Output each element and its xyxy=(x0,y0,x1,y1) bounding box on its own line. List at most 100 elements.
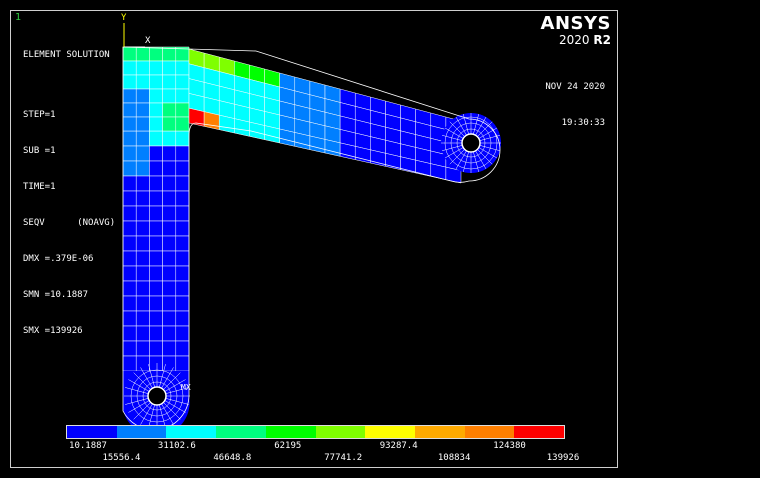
mesh-element xyxy=(175,265,190,282)
mesh-element xyxy=(162,280,177,297)
hole-right xyxy=(461,133,481,153)
mesh-element xyxy=(203,111,220,130)
mesh-element xyxy=(175,220,190,237)
mesh-element xyxy=(175,205,190,222)
mesh-element xyxy=(135,325,150,342)
mesh-element xyxy=(149,250,163,267)
info-line-sub: SUB =1 xyxy=(23,146,56,156)
mesh-element xyxy=(162,160,177,177)
mesh-element xyxy=(135,250,150,267)
mesh-element xyxy=(162,116,177,132)
node-label: MX xyxy=(181,383,191,392)
mesh-element xyxy=(162,102,177,118)
mesh-element xyxy=(162,205,177,222)
info-line-dmx: DMX =.379E-06 xyxy=(23,254,94,264)
mesh-element xyxy=(135,102,150,118)
mesh-element xyxy=(135,205,150,222)
mesh-element xyxy=(162,74,177,90)
mesh-element xyxy=(135,145,150,162)
mesh-element xyxy=(149,145,163,162)
mesh-element xyxy=(122,325,137,342)
mesh-element xyxy=(175,295,190,312)
ansys-logo: ANSYS 2020 R2 xyxy=(541,13,611,47)
mesh-element xyxy=(149,220,163,237)
brand-version-year: 2020 xyxy=(559,33,590,47)
mesh-element xyxy=(149,116,163,132)
mesh-element xyxy=(149,60,163,76)
mesh-element xyxy=(175,325,190,342)
mesh-element xyxy=(162,145,177,162)
mesh-element xyxy=(122,190,137,207)
solution-info: ELEMENT SOLUTION STEP=1 SUB =1 TIME=1 SE… xyxy=(23,25,115,361)
mesh-element xyxy=(122,175,137,192)
legend-swatch xyxy=(315,426,366,438)
mesh-element xyxy=(149,295,163,312)
mesh-element xyxy=(162,250,177,267)
mesh-element xyxy=(122,280,137,297)
mesh-element xyxy=(162,88,177,104)
mesh-element xyxy=(122,116,137,132)
mesh-element xyxy=(122,340,137,357)
mesh-element xyxy=(149,340,163,357)
mesh-element xyxy=(162,46,177,62)
mesh-element xyxy=(149,130,163,147)
mesh-element xyxy=(149,88,163,104)
mesh-element xyxy=(135,60,150,76)
mesh-element xyxy=(175,60,190,76)
mesh-element xyxy=(175,116,190,132)
mesh-element xyxy=(175,160,190,177)
mesh-element xyxy=(122,205,137,222)
info-line-step: STEP=1 xyxy=(23,110,56,120)
mesh-element xyxy=(122,220,137,237)
mesh-element xyxy=(149,325,163,342)
mesh-element xyxy=(162,130,177,147)
mesh-element xyxy=(135,355,150,372)
mesh-element xyxy=(135,175,150,192)
mesh-element xyxy=(149,235,163,252)
legend-swatch xyxy=(216,426,266,438)
info-line-seqv: SEQV (NOAVG) xyxy=(23,218,116,228)
mesh-element xyxy=(162,175,177,192)
mesh-element xyxy=(175,340,190,357)
mesh-element xyxy=(175,310,190,327)
mesh-element xyxy=(175,74,190,90)
mesh-element xyxy=(162,190,177,207)
mesh-element xyxy=(135,235,150,252)
info-line-smx: SMX =139926 xyxy=(23,326,83,336)
mesh-element xyxy=(149,190,163,207)
mesh-element xyxy=(162,340,177,357)
mesh-element xyxy=(149,280,163,297)
legend-label-bottom: 108834 xyxy=(437,453,471,463)
mesh-element xyxy=(135,220,150,237)
brand-version: 2020 R2 xyxy=(541,33,611,47)
brand-version-release: R2 xyxy=(593,33,611,47)
mesh-element xyxy=(162,325,177,342)
mesh-element xyxy=(175,175,190,192)
mesh-element xyxy=(175,280,190,297)
legend-label-bottom: 77741.2 xyxy=(324,453,363,463)
mesh-element xyxy=(175,235,190,252)
graphics-viewport[interactable]: 1 ELEMENT SOLUTION STEP=1 SUB =1 TIME=1 … xyxy=(10,10,618,468)
mesh-element xyxy=(175,102,190,118)
mesh-element xyxy=(149,74,163,90)
mesh-element xyxy=(135,265,150,282)
legend-swatch xyxy=(414,426,465,438)
legend-swatch xyxy=(166,426,217,438)
legend-label-top: 62195 xyxy=(274,441,302,451)
brand-name: ANSYS xyxy=(540,13,611,34)
legend-label-top: 93287.4 xyxy=(379,441,418,451)
legend-swatch xyxy=(464,426,515,438)
mesh-element xyxy=(162,220,177,237)
legend-label-top: 10.1887 xyxy=(69,441,107,451)
mesh-element xyxy=(175,190,190,207)
legend-swatch xyxy=(116,426,167,438)
mesh-element xyxy=(175,250,190,267)
info-line-title: ELEMENT SOLUTION xyxy=(23,50,110,60)
mesh-element xyxy=(122,310,137,327)
mesh-element xyxy=(162,265,177,282)
mesh-element xyxy=(122,250,137,267)
mesh-element xyxy=(149,310,163,327)
mesh-element xyxy=(135,46,150,62)
mesh-element xyxy=(122,160,137,177)
mesh-element xyxy=(122,130,137,147)
